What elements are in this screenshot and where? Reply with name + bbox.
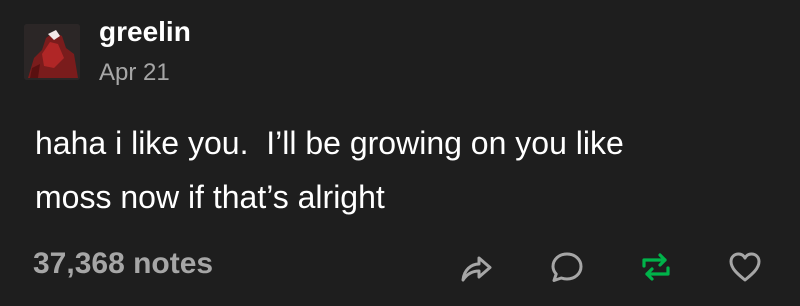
reply-button[interactable] (549, 249, 585, 285)
avatar-image (24, 24, 80, 80)
heart-icon (729, 252, 761, 282)
reblog-button[interactable] (638, 249, 674, 285)
post-body: haha i like you. I’ll be growing on you … (35, 125, 624, 215)
notes-count[interactable]: 37,368 notes (33, 244, 213, 284)
reply-icon (551, 252, 583, 282)
post-card: greelin Apr 21 haha i like you. I’ll be … (0, 0, 800, 306)
username[interactable]: greelin (99, 12, 191, 52)
avatar[interactable] (24, 24, 80, 80)
share-icon (461, 256, 492, 282)
share-button[interactable] (458, 249, 494, 285)
reblog-icon (642, 253, 670, 281)
post-date[interactable]: Apr 21 (99, 57, 170, 89)
like-button[interactable] (727, 249, 763, 285)
